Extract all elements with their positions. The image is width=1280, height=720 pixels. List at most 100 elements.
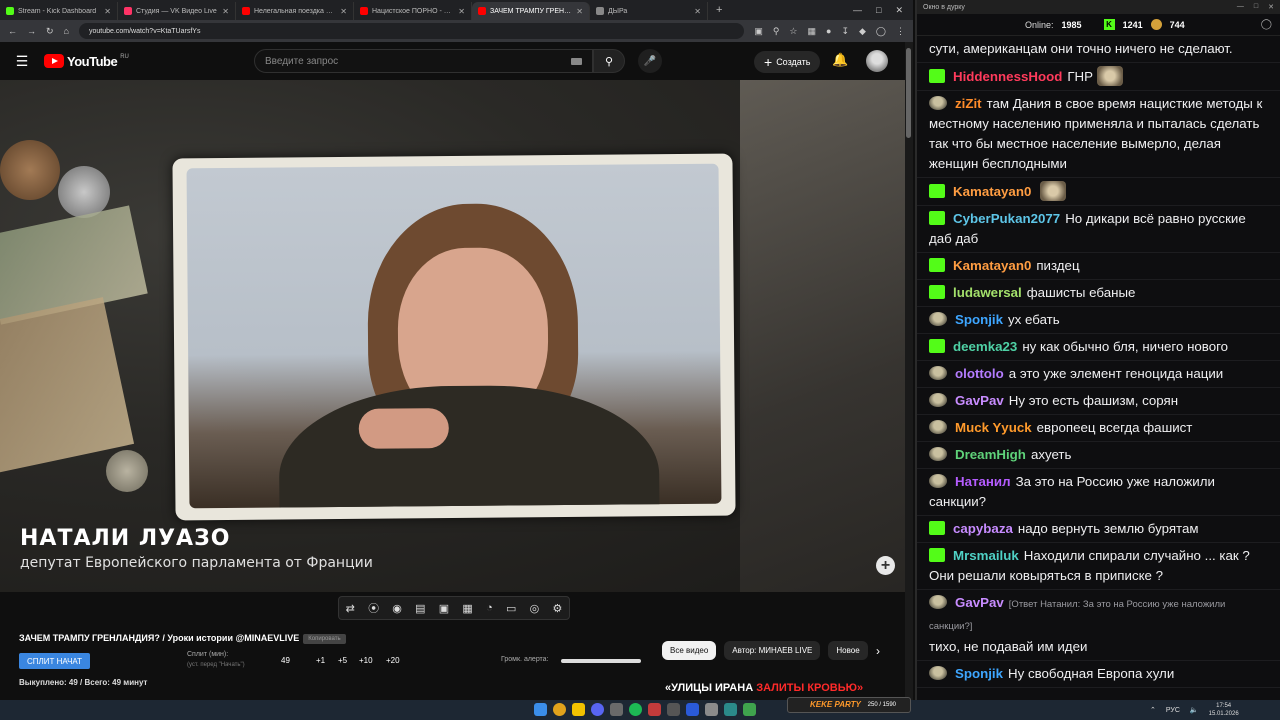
cast-icon[interactable]: ⦿ bbox=[368, 600, 379, 616]
chat-message[interactable]: deemka23 ну как обычно бля, ничего нового bbox=[917, 334, 1280, 361]
chat-message[interactable]: Kamatayan0 bbox=[917, 178, 1280, 206]
tab-close-icon[interactable]: ✕ bbox=[694, 7, 701, 16]
increment-button[interactable]: +1 bbox=[316, 656, 325, 665]
keyboard-icon[interactable] bbox=[571, 58, 582, 65]
chat-message[interactable]: Muck Yyuck европеец всегда фашист bbox=[917, 415, 1280, 442]
chat-username[interactable]: capybaza bbox=[953, 521, 1013, 536]
voice-search-icon[interactable]: 🎤 bbox=[638, 49, 662, 73]
screen-icon[interactable]: ▭ bbox=[506, 602, 516, 615]
forward-icon[interactable]: → bbox=[27, 26, 36, 36]
chat-message[interactable]: HiddennessHood ГНР bbox=[917, 63, 1280, 91]
chat-message[interactable]: сути, американцам они точно ничего не сд… bbox=[917, 36, 1280, 63]
tray-chevron-icon[interactable]: ⌃ bbox=[1150, 706, 1156, 714]
split-value[interactable]: 49 bbox=[281, 656, 290, 665]
maximize-icon[interactable]: □ bbox=[1254, 3, 1258, 11]
explorer-icon[interactable] bbox=[572, 703, 585, 716]
page-scrollbar[interactable] bbox=[905, 42, 913, 700]
settings-icon[interactable]: ⚙ bbox=[552, 602, 562, 615]
extension-badge-icon[interactable]: ● bbox=[826, 26, 831, 37]
chrome-icon[interactable] bbox=[553, 703, 566, 716]
minimize-icon[interactable]: — bbox=[853, 5, 862, 16]
kick-party-widget[interactable]: KEKE PARTY 250 / 1590 bbox=[787, 697, 911, 713]
browser-tab[interactable]: Нелегальная поездка в Сири…✕ bbox=[236, 2, 354, 20]
chat-username[interactable]: olottolo bbox=[955, 366, 1004, 381]
tab-close-icon[interactable]: ✕ bbox=[458, 7, 465, 16]
chat-messages[interactable]: сути, американцам они точно ничего не сд… bbox=[917, 36, 1280, 700]
chat-username[interactable]: GavPav bbox=[955, 595, 1004, 610]
chat-message[interactable]: DreamHigh ахуеть bbox=[917, 442, 1280, 469]
chip-new[interactable]: Новое bbox=[828, 641, 868, 660]
video-player[interactable]: НАТАЛИ ЛУАЗО депутат Европейского парлам… bbox=[0, 80, 905, 592]
bookmark-star-icon[interactable]: ☆ bbox=[789, 26, 797, 37]
close-icon[interactable]: ✕ bbox=[895, 5, 903, 16]
chat-username[interactable]: Sponjik bbox=[955, 666, 1003, 681]
chat-username[interactable]: Kamatayan0 bbox=[953, 184, 1031, 199]
app-icon[interactable] bbox=[724, 703, 737, 716]
chat-message[interactable]: GavPav [Ответ Натанил: За это на Россию у… bbox=[917, 590, 1280, 661]
create-button[interactable]: + Создать bbox=[754, 51, 821, 73]
chat-username[interactable]: ziZit bbox=[955, 96, 982, 111]
chat-username[interactable]: Натанил bbox=[955, 474, 1011, 489]
search-input[interactable]: Введите запрос bbox=[254, 49, 593, 73]
alert-volume-slider[interactable] bbox=[561, 659, 641, 663]
chat-message[interactable]: capybaza надо вернуть землю бурятам bbox=[917, 516, 1280, 543]
chat-message[interactable]: ziZit там Дания в свое время нацисткие ме… bbox=[917, 91, 1280, 178]
chat-message[interactable]: Sponjik Ну свободная Европа хули bbox=[917, 661, 1280, 688]
chat-message[interactable]: Натанил За это на Россию уже наложили сан… bbox=[917, 469, 1280, 516]
tab-close-icon[interactable]: ✕ bbox=[576, 7, 583, 16]
pip-icon[interactable]: ▣ bbox=[439, 602, 449, 615]
notifications-bell-icon[interactable]: 🔔 bbox=[832, 52, 848, 68]
split-start-button[interactable]: СПЛИТ НАЧАТ bbox=[19, 653, 90, 669]
puzzle-icon[interactable]: ◆ bbox=[859, 26, 866, 37]
increment-button[interactable]: +20 bbox=[386, 656, 400, 665]
speed-icon[interactable]: ◔ bbox=[486, 602, 493, 614]
clock[interactable]: 17:54 15.01.2026 bbox=[1209, 702, 1239, 718]
chat-username[interactable]: CyberPukan2077 bbox=[953, 211, 1060, 226]
zoom-icon[interactable]: ⚲ bbox=[773, 26, 780, 37]
chat-username[interactable]: Muck Yyuck bbox=[955, 420, 1032, 435]
app-icon[interactable] bbox=[705, 703, 718, 716]
scrollbar-thumb[interactable] bbox=[906, 48, 911, 138]
url-field[interactable]: youtube.com/watch?v=KtaTUarsfYs bbox=[78, 23, 745, 39]
app-icon[interactable] bbox=[743, 703, 756, 716]
volume-icon[interactable]: 🔈 bbox=[1190, 706, 1199, 714]
chat-message[interactable]: Kamatayan0 пиздец bbox=[917, 253, 1280, 280]
screenshot-icon[interactable]: ◎ bbox=[530, 602, 540, 615]
new-tab-icon[interactable]: + bbox=[708, 4, 730, 16]
language-indicator[interactable]: РУС bbox=[1166, 707, 1180, 714]
chat-message[interactable]: olottolo а это уже элемент геноцида нации bbox=[917, 361, 1280, 388]
chat-username[interactable]: ludawersal bbox=[953, 285, 1022, 300]
hamburger-menu-icon[interactable]: ☰ bbox=[0, 53, 44, 70]
back-icon[interactable]: ← bbox=[8, 26, 17, 36]
chat-message[interactable]: Sponjik ух ебать bbox=[917, 307, 1280, 334]
video-app-icon[interactable] bbox=[686, 703, 699, 716]
film-icon[interactable]: ▦ bbox=[462, 602, 472, 615]
recommendation-title[interactable]: «УЛИЦЫ ИРАНА ЗАЛИТЫ КРОВЬЮ» bbox=[665, 682, 863, 694]
browser-tab[interactable]: Stream - Kick Dashboard ✕ bbox=[0, 2, 118, 20]
loop-icon[interactable]: ⇄ bbox=[346, 602, 355, 615]
chat-username[interactable]: Kamatayan0 bbox=[953, 258, 1031, 273]
close-icon[interactable]: ✕ bbox=[1268, 3, 1274, 11]
chat-message[interactable]: GavPav Ну это есть фашизм, сорян bbox=[917, 388, 1280, 415]
clip-icon[interactable]: ▤ bbox=[415, 602, 425, 615]
settings-icon[interactable]: ◯ bbox=[1261, 19, 1272, 30]
watch-icon[interactable]: ◉ bbox=[392, 602, 402, 615]
maximize-icon[interactable]: □ bbox=[876, 5, 881, 16]
tab-close-icon[interactable]: ✕ bbox=[222, 7, 229, 16]
increment-button[interactable]: +5 bbox=[338, 656, 347, 665]
chat-username[interactable]: Sponjik bbox=[955, 312, 1003, 327]
profile-icon[interactable]: ◯ bbox=[876, 26, 886, 37]
copy-button[interactable]: Копировать bbox=[303, 633, 346, 644]
download-icon[interactable]: ↧ bbox=[841, 26, 849, 37]
avatar[interactable] bbox=[866, 50, 888, 72]
steam-icon[interactable] bbox=[610, 703, 623, 716]
add-icon[interactable]: + bbox=[876, 556, 895, 575]
chat-username[interactable]: Mrsmailuk bbox=[953, 548, 1019, 563]
extensions-icon[interactable]: ▦ bbox=[808, 26, 817, 37]
chat-message[interactable]: CyberPukan2077 Но дикари всё равно русски… bbox=[917, 206, 1280, 253]
chat-username[interactable]: GavPav bbox=[955, 393, 1004, 408]
app-icon[interactable] bbox=[648, 703, 661, 716]
menu-icon[interactable]: ⋮ bbox=[896, 26, 905, 37]
chip-all-videos[interactable]: Все видео bbox=[662, 641, 717, 660]
start-icon[interactable] bbox=[534, 703, 547, 716]
